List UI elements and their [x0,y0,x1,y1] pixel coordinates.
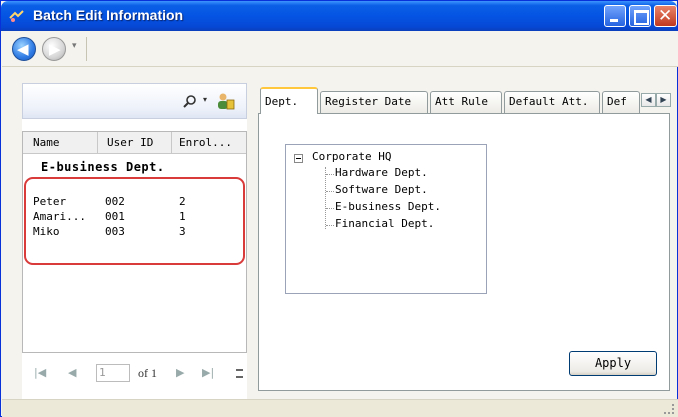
next-page-button[interactable]: ▶ [176,366,184,379]
pagination-bar: |◀ ◀ 1 of 1 ▶ ▶| [22,353,247,393]
search-dropdown-icon[interactable]: ▾ [203,95,207,104]
tab-scroll-right-icon[interactable]: ▶ [656,93,671,107]
column-divider[interactable] [97,132,98,154]
forward-arrow-icon: ▶ [49,40,61,58]
resize-grip-icon[interactable] [664,404,674,414]
grid-header: Name User ID Enrol... [23,132,246,154]
search-bar[interactable]: ▾ [22,83,247,119]
highlight-annotation [24,177,245,265]
tree-node-label: Hardware Dept. [335,166,428,179]
app-icon [9,10,24,22]
tab-scroll-left-icon[interactable]: ◀ [641,93,656,107]
column-header-user-id[interactable]: User ID [107,136,153,149]
close-button[interactable]: ✕ [654,5,677,27]
tab-default-att[interactable]: Default Att. [504,91,600,113]
tab-panel: Dept. Register Date Att Rule Default Att… [258,87,674,391]
tab-strip: Dept. Register Date Att Rule Default Att… [258,87,674,114]
batch-edit-window: Batch Edit Information ✕ ◀ ▶ ▾ ▾ Name Us… [0,0,678,417]
history-dropdown-icon[interactable]: ▾ [72,41,77,51]
tree-collapse-icon[interactable] [294,154,303,163]
nav-separator [86,37,87,61]
tree-node[interactable]: Financial Dept. [326,217,434,230]
search-icon[interactable] [183,94,197,108]
window-title: Batch Edit Information [33,7,184,23]
tree-node[interactable]: Software Dept. [326,183,428,196]
department-tree[interactable]: Corporate HQ Hardware Dept. Software Dep… [285,144,487,294]
navigation-bar: ◀ ▶ ▾ [2,31,678,67]
status-bar [2,399,678,417]
apply-button[interactable]: Apply [569,351,657,376]
tree-root-node[interactable]: Corporate HQ [312,150,391,163]
page-number-input[interactable]: 1 [96,364,130,382]
tab-att-rule[interactable]: Att Rule [430,91,502,113]
column-divider[interactable] [171,132,172,154]
close-icon: ✕ [658,6,673,26]
group-row-label[interactable]: E-business Dept. [41,160,165,174]
title-bar[interactable]: Batch Edit Information ✕ [1,1,677,31]
pager-options-icon[interactable] [236,369,243,378]
user-icon[interactable] [215,92,235,110]
page-count-label: of 1 [138,366,157,380]
maximize-button[interactable] [629,5,651,27]
back-button[interactable]: ◀ [12,37,36,61]
last-page-button[interactable]: ▶| [202,366,214,379]
tree-node[interactable]: Hardware Dept. [326,166,428,179]
tree-node-label: Software Dept. [335,183,428,196]
previous-page-button[interactable]: ◀ [68,366,76,379]
back-arrow-icon: ◀ [17,40,29,58]
column-header-enroll[interactable]: Enrol... [179,136,232,149]
employee-panel: ▾ Name User ID Enrol... E-business Dept.… [22,83,247,403]
tab-register-date[interactable]: Register Date [320,91,428,113]
tab-def[interactable]: Def [602,91,640,113]
tree-node-label: E-business Dept. [335,200,441,213]
tree-node-label: Financial Dept. [335,217,435,230]
tree-node[interactable]: E-business Dept. [326,200,441,213]
minimize-button[interactable] [604,5,626,27]
column-header-name[interactable]: Name [33,136,60,149]
forward-button[interactable]: ▶ [42,37,66,61]
first-page-button[interactable]: |◀ [34,366,46,379]
tab-content-dept: Corporate HQ Hardware Dept. Software Dep… [258,113,670,391]
tab-dept[interactable]: Dept. [260,87,318,114]
